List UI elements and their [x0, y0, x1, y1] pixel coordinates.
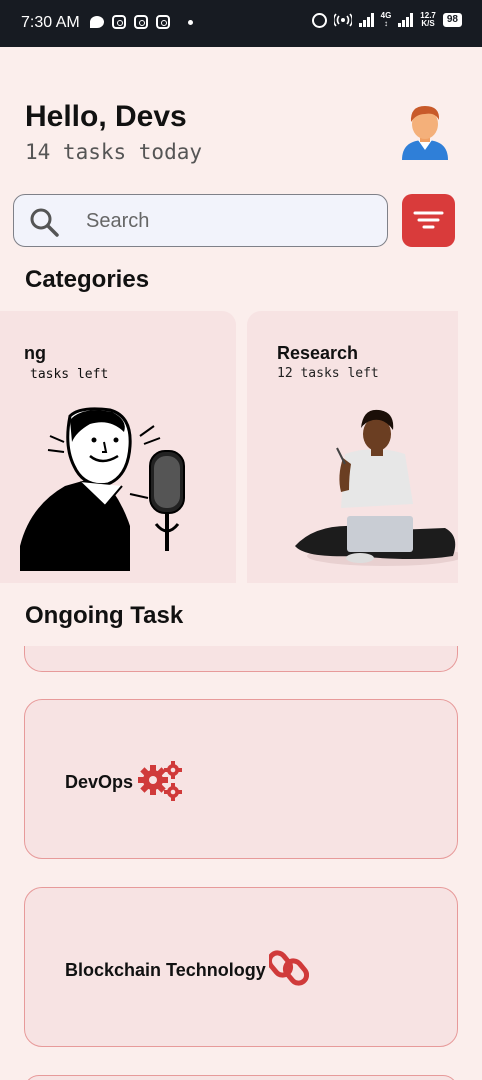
search-icon [30, 208, 59, 237]
task-card-blockchain[interactable]: Blockchain Technology [24, 887, 458, 1047]
network-type: 4G ↕ [380, 11, 392, 28]
person-avatar-icon[interactable] [398, 102, 452, 160]
task-label: Blockchain Technology [65, 960, 266, 980]
hotspot-icon [333, 13, 352, 27]
alarm-icon [311, 12, 327, 28]
system-icons: 4G ↕ 12.7 K/S 98 [311, 11, 462, 28]
chat-icon [90, 16, 104, 28]
category-count: 12 tasks left [277, 366, 379, 381]
category-count: tasks left [30, 367, 109, 382]
category-name: Research [277, 343, 359, 363]
signal-icon [398, 13, 414, 27]
signal-icon [358, 13, 374, 27]
instagram-icon [134, 15, 148, 29]
category-name: ng [24, 343, 46, 363]
greeting-title: Hello, Devs [25, 100, 187, 133]
status-bar: 7:30 AM 4G ↕ 12.7 K/S 98 [0, 0, 482, 47]
gears-icon [138, 761, 182, 801]
chain-link-icon [269, 950, 309, 986]
woman-with-laptop-illustration [295, 409, 458, 566]
filter-button[interactable] [402, 194, 455, 247]
tasks-today-subtitle: 14 tasks today [25, 140, 203, 164]
retro-man-microphone-illustration [20, 407, 185, 571]
categories-title: Categories [25, 266, 150, 293]
instagram-icon [112, 15, 126, 29]
status-time: 7:30 AM [21, 14, 80, 31]
task-label: DevOps [65, 772, 134, 792]
battery-icon: 98 [442, 13, 462, 27]
search-input[interactable] [86, 208, 366, 234]
notification-icons [90, 15, 193, 29]
ongoing-task-title: Ongoing Task [25, 602, 184, 629]
filter-icon [413, 211, 444, 229]
task-card-partial[interactable] [24, 1075, 458, 1080]
task-card-devops[interactable]: DevOps [24, 699, 458, 859]
more-notifications-icon [188, 19, 193, 25]
search-bar[interactable] [13, 194, 388, 247]
network-speed: 12.7 K/S [420, 11, 436, 28]
instagram-icon [156, 15, 170, 29]
category-card-research[interactable]: Research 12 tasks left [247, 311, 458, 583]
